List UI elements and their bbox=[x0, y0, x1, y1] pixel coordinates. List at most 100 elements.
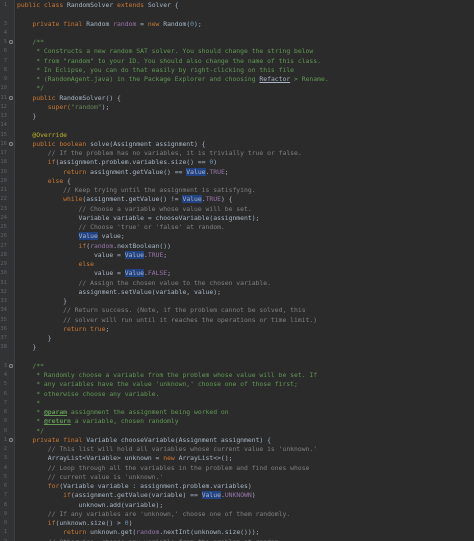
fold-toggle-icon[interactable] bbox=[9, 363, 13, 368]
code-editor[interactable]: 1 public class RandomSolver extends Solve… bbox=[0, 0, 474, 541]
code-line[interactable]: 6 for(Variable variable : assignment.pro… bbox=[0, 482, 474, 491]
line-number: 7 bbox=[3, 57, 7, 64]
code-line[interactable]: 4 bbox=[0, 29, 474, 38]
code-line[interactable]: 7 if(assignment.getValue(variable) == Va… bbox=[0, 491, 474, 500]
code-line[interactable]: 26 Value value; bbox=[0, 232, 474, 241]
code-token: while bbox=[17, 195, 83, 204]
highlighted-token: Value bbox=[124, 250, 144, 259]
code-text: while(assignment.getValue() != Value.TRU… bbox=[17, 195, 233, 204]
line-number: 8 bbox=[3, 409, 7, 415]
code-line[interactable]: 2 // Otherwise, choose any variable from… bbox=[0, 538, 474, 541]
code-line[interactable]: 8 * @param assignment the assignment bei… bbox=[0, 408, 474, 417]
code-line[interactable]: 9 * @return a variable, chosen randomly bbox=[0, 417, 474, 426]
code-line[interactable]: 30 value = Value.FALSE; bbox=[0, 269, 474, 278]
code-line[interactable]: 6 * Constructs a new random SAT solver. … bbox=[0, 47, 474, 56]
code-line[interactable]: 4 * Randomly choose a variable from the … bbox=[0, 371, 474, 380]
code-line[interactable]: 37 } bbox=[0, 334, 474, 343]
code-token: // Choose 'true' or 'false' at random. bbox=[17, 223, 225, 231]
code-token: Variable variable = chooseVariable(assig… bbox=[17, 213, 260, 222]
code-line[interactable]: 32 assignment.setValue(variable, value); bbox=[0, 288, 474, 297]
code-token: public class bbox=[17, 1, 68, 9]
code-line[interactable]: 0 if(unknown.size() > 0) bbox=[0, 519, 474, 528]
code-token: // Loop through all the variables in the… bbox=[17, 463, 310, 472]
code-line[interactable]: 4 // Loop through all the variables in t… bbox=[0, 464, 474, 473]
code-line[interactable]: 16 public boolean solve(Assignment assig… bbox=[0, 140, 474, 149]
code-text: * from "random" to your ID. You should a… bbox=[17, 57, 321, 66]
code-line[interactable]: 28 value = Value.TRUE; bbox=[0, 250, 474, 260]
line-number: 34 bbox=[0, 307, 7, 314]
code-line[interactable]: 7 * bbox=[0, 399, 474, 408]
code-line[interactable]: 7 * from "random" to your ID. You should… bbox=[0, 57, 474, 66]
code-line[interactable]: 1 private final Variable chooseVariable(… bbox=[0, 436, 474, 445]
code-line[interactable]: 35 // solver will run until it reaches t… bbox=[0, 316, 474, 325]
fold-toggle-icon[interactable] bbox=[9, 40, 13, 44]
code-line[interactable]: 27 if(random.nextBoolean()) bbox=[0, 242, 474, 251]
code-token: for bbox=[17, 482, 60, 490]
code-token: random bbox=[113, 19, 137, 28]
code-line[interactable]: 22 while(assignment.getValue() != Value.… bbox=[0, 195, 474, 204]
code-text: // Assign the chosen value to the chosen… bbox=[17, 279, 271, 288]
code-text: } bbox=[17, 112, 36, 121]
code-line[interactable]: 0 */ bbox=[0, 427, 474, 436]
code-token: if bbox=[17, 158, 56, 167]
line-number: 11 bbox=[0, 94, 7, 101]
code-line[interactable]: 11 public RandomSolver() { bbox=[0, 94, 474, 103]
fold-toggle-icon[interactable] bbox=[9, 141, 13, 146]
code-line[interactable]: 24 Variable variable = chooseVariable(as… bbox=[0, 214, 474, 223]
code-line[interactable]: 5 // current value is 'unknown.' bbox=[0, 473, 474, 482]
code-line[interactable]: 2 // This list will hold all variables w… bbox=[0, 445, 474, 454]
code-area[interactable]: 1 public class RandomSolver extends Solve… bbox=[0, 1, 474, 541]
code-line[interactable]: 19 return assignment.getValue() == Value… bbox=[0, 167, 474, 177]
code-line[interactable]: 5 /** bbox=[0, 38, 474, 47]
code-token: RandomSolver() { bbox=[59, 93, 121, 102]
code-text: */ bbox=[17, 84, 44, 93]
line-number: 5 bbox=[3, 473, 7, 480]
code-line[interactable]: 34 // Return success. (Note, if the prob… bbox=[0, 306, 474, 315]
code-line[interactable]: 10 */ bbox=[0, 84, 474, 93]
code-line[interactable]: 12 super("random"); bbox=[0, 103, 474, 112]
line-number: 4 bbox=[3, 29, 7, 36]
code-line[interactable]: 33 } bbox=[0, 297, 474, 306]
code-line[interactable]: 5 * any variables have the value 'unknow… bbox=[0, 380, 474, 389]
code-line[interactable]: 1 public class RandomSolver extends Solve… bbox=[0, 1, 474, 10]
code-line[interactable]: 6 * otherwise choose any variable. bbox=[0, 390, 474, 399]
code-line[interactable]: 23 // Choose a variable whose value will… bbox=[0, 205, 474, 214]
code-token: (Variable variable : assignment.problem.… bbox=[59, 482, 252, 490]
line-number: 20 bbox=[0, 177, 7, 184]
code-token: > Rename. bbox=[290, 75, 329, 83]
code-line[interactable] bbox=[0, 10, 474, 19]
code-line[interactable]: 8 * In Eclipse, you can do that easily b… bbox=[0, 66, 474, 75]
code-token: * any variables have the value 'unknown,… bbox=[17, 380, 298, 389]
code-line[interactable]: 31 // Assign the chosen value to the cho… bbox=[0, 279, 474, 288]
code-line[interactable]: 29 else bbox=[0, 260, 474, 269]
code-token: ) bbox=[128, 519, 133, 527]
code-line[interactable]: 13 } bbox=[0, 112, 474, 121]
code-line[interactable]: 8 unknown.add(variable); bbox=[0, 501, 474, 510]
code-token: assignment.getValue() == bbox=[90, 167, 187, 176]
code-line[interactable]: 21 // Keep trying until the assignment i… bbox=[0, 186, 474, 195]
code-line[interactable]: 20 else { bbox=[0, 177, 474, 186]
code-line[interactable]: 17 // If the problem has no variables, i… bbox=[0, 149, 474, 158]
code-line[interactable]: 18 if(assignment.problem.variables.size(… bbox=[0, 158, 474, 167]
code-line[interactable] bbox=[0, 353, 474, 362]
code-token: /** bbox=[17, 38, 44, 46]
code-line[interactable]: 38 } bbox=[0, 343, 474, 352]
code-line[interactable]: 9 * (RandomAgent.java) in the Package Ex… bbox=[0, 75, 474, 84]
code-line[interactable]: 14 bbox=[0, 121, 474, 130]
code-line[interactable]: 1 return unknown.get(random.nextInt(unkn… bbox=[0, 528, 474, 537]
code-line[interactable]: 9 // If any variables are 'unknown,' cho… bbox=[0, 510, 474, 519]
line-number: 2 bbox=[0, 538, 7, 541]
code-line[interactable]: 15 @Override bbox=[0, 131, 474, 140]
code-line[interactable]: 3 private final Random random = new Rand… bbox=[0, 20, 474, 29]
code-line[interactable]: 36 return true; bbox=[0, 325, 474, 334]
fold-toggle-icon[interactable] bbox=[9, 437, 13, 442]
line-number: 23 bbox=[0, 205, 7, 212]
code-line[interactable]: 3 /** bbox=[0, 362, 474, 371]
fold-toggle-icon[interactable] bbox=[9, 95, 13, 100]
code-token: ; bbox=[167, 269, 171, 278]
code-token: { bbox=[67, 176, 71, 185]
line-number: 12 bbox=[0, 103, 7, 110]
code-token: assignment the assignment being worked o… bbox=[67, 408, 229, 416]
code-line[interactable]: 3 ArrayList<Variable> unknown = new Arra… bbox=[0, 454, 474, 463]
code-line[interactable]: 25 // Choose 'true' or 'false' at random… bbox=[0, 223, 474, 232]
